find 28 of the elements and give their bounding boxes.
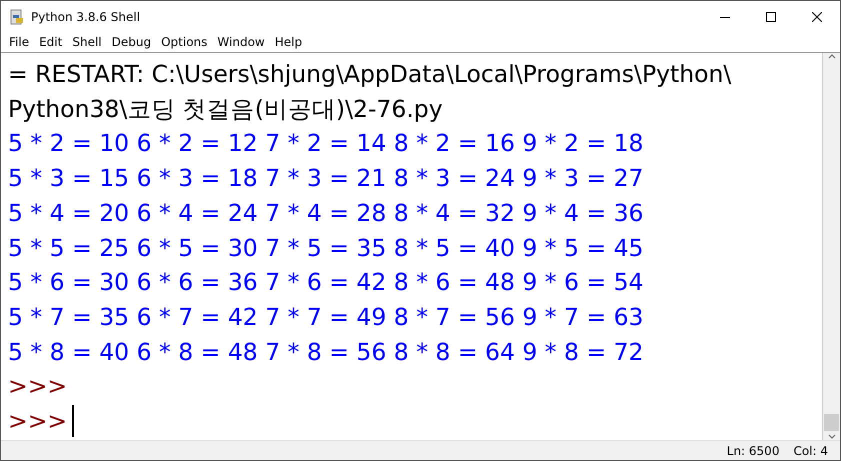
menu-item[interactable]: Shell bbox=[68, 35, 108, 49]
maximize-icon bbox=[766, 12, 776, 22]
output-line: 5 * 4 = 20 6 * 4 = 24 7 * 4 = 28 8 * 4 = 32 9 * 4 = 36 bbox=[8, 198, 645, 229]
python-file-icon bbox=[9, 8, 25, 24]
shell-prompt: >>> bbox=[8, 406, 68, 438]
output-line: 5 * 2 = 10 6 * 2 = 12 7 * 2 = 14 8 * 2 = 16 9 * 2 = 18 bbox=[8, 128, 645, 160]
close-icon bbox=[812, 12, 822, 22]
output-line: 5 * 8 = 40 6 * 8 = 48 7 * 8 = 56 8 * 8 = 64 9 * 8 = 72 bbox=[8, 336, 645, 368]
scroll-up-icon[interactable] bbox=[828, 53, 836, 60]
shell-text-area[interactable] bbox=[1, 53, 823, 440]
output-line: 5 * 6 = 30 6 * 6 = 36 7 * 6 = 42 8 * 6 = 48 9 * 6 = 54 bbox=[8, 267, 645, 298]
line-number: Ln: 6500 bbox=[726, 444, 780, 458]
column-number: Col: 4 bbox=[793, 444, 828, 458]
shell-prompt: >>> bbox=[8, 371, 68, 402]
window-title: Python 3.8.6 Shell bbox=[31, 10, 140, 24]
menu-item[interactable]: Debug bbox=[108, 35, 158, 49]
menu-item[interactable]: Edit bbox=[35, 35, 68, 49]
scroll-down-icon[interactable] bbox=[828, 433, 836, 440]
menu-item[interactable]: Options bbox=[157, 35, 214, 49]
output-line: 5 * 3 = 15 6 * 3 = 18 7 * 3 = 21 8 * 3 = 24 9 * 3 = 27 bbox=[8, 163, 645, 194]
menu-item[interactable]: Window bbox=[213, 35, 271, 49]
menu-item[interactable]: File bbox=[5, 35, 36, 49]
restart-message: = RESTART: C:\Users\shjung\AppData\Local\Programs\Python\ bbox=[8, 59, 732, 90]
output-line: 5 * 5 = 25 6 * 5 = 30 7 * 5 = 35 8 * 5 = 40 9 * 5 = 45 bbox=[8, 232, 645, 264]
restart-message: Python38\코딩 첫걸음(비공대)\2-76.py bbox=[8, 94, 444, 125]
scrollbar-thumb[interactable] bbox=[824, 414, 839, 431]
menu-item[interactable]: Help bbox=[270, 35, 308, 49]
output-line: 5 * 7 = 35 6 * 7 = 42 7 * 7 = 49 8 * 7 = 56 9 * 7 = 63 bbox=[8, 302, 645, 333]
